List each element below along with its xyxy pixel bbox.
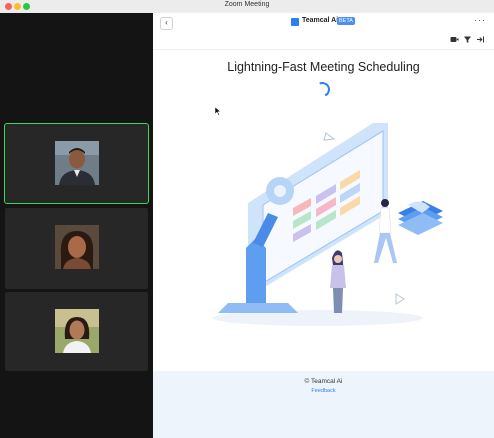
copyright-text: © Teamcal Ai xyxy=(304,378,343,385)
ellipsis-icon[interactable]: ··· xyxy=(474,15,486,25)
feedback-link[interactable]: Feedback xyxy=(153,388,494,394)
scheduling-illustration xyxy=(208,113,448,338)
filter-icon[interactable] xyxy=(463,35,472,44)
participant-avatar xyxy=(55,309,99,353)
mouse-cursor-icon xyxy=(214,103,222,121)
page-heading: Lightning-Fast Meeting Scheduling xyxy=(227,60,420,74)
participant-avatar xyxy=(55,225,99,269)
app-header: ‹ Teamcal Ai BETA ··· xyxy=(153,13,494,33)
participant-tile[interactable] xyxy=(5,292,148,371)
window-title: Zoom Meeting xyxy=(224,1,270,8)
participants-panel xyxy=(0,13,153,438)
video-icon[interactable] xyxy=(450,35,459,44)
participant-avatar xyxy=(55,141,99,185)
chevron-left-icon: ‹ xyxy=(165,18,168,27)
exit-icon[interactable] xyxy=(476,35,485,44)
participant-tile-active[interactable] xyxy=(4,123,149,204)
footer: © Teamcal Ai Feedback xyxy=(153,371,494,438)
participant-tile[interactable] xyxy=(5,208,148,289)
window-titlebar: Zoom Meeting xyxy=(0,0,494,14)
header-divider xyxy=(153,49,494,50)
app-icon xyxy=(291,18,299,26)
beta-badge: BETA xyxy=(337,17,355,25)
back-button[interactable]: ‹ xyxy=(160,17,173,30)
loading-spinner xyxy=(312,79,333,100)
app-name: Teamcal Ai xyxy=(302,17,339,24)
app-panel: ‹ Teamcal Ai BETA ··· Lightning-Fast Mee… xyxy=(153,13,494,438)
